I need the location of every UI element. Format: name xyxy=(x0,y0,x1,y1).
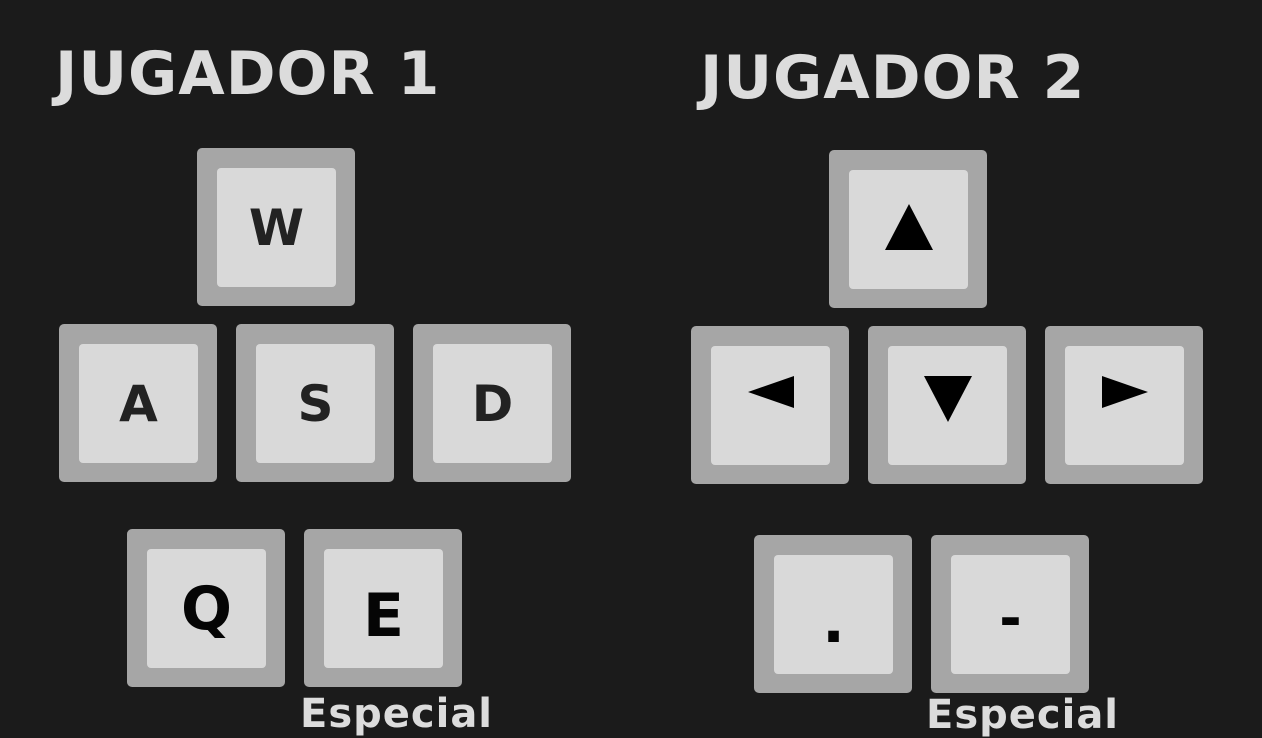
player1-title: JUGADOR 1 xyxy=(55,39,441,109)
key-period[interactable]: . xyxy=(754,535,912,693)
key-d[interactable]: D xyxy=(413,324,571,482)
key-e[interactable]: E xyxy=(304,529,462,687)
key-arrow-left-face xyxy=(711,346,830,465)
player1-special-caption: Especial xyxy=(300,691,494,737)
key-minus-face: - xyxy=(951,555,1070,674)
player2-special-caption: Especial xyxy=(926,692,1120,738)
key-w-face: W xyxy=(217,168,336,287)
arrow-left-icon xyxy=(747,375,794,408)
key-q-label: Q xyxy=(180,573,232,644)
key-period-label: . xyxy=(822,586,845,657)
arrow-right-icon xyxy=(1101,375,1148,408)
arrow-down-icon xyxy=(923,375,972,422)
key-s-face: S xyxy=(256,344,375,463)
key-arrow-down[interactable] xyxy=(868,326,1026,484)
key-arrow-right[interactable] xyxy=(1045,326,1203,484)
key-d-face: D xyxy=(433,344,552,463)
key-q-face: Q xyxy=(147,549,266,668)
key-minus[interactable]: - xyxy=(931,535,1089,693)
key-period-face: . xyxy=(774,555,893,674)
arrow-up-icon xyxy=(884,203,933,250)
key-minus-label: - xyxy=(999,586,1022,650)
key-a[interactable]: A xyxy=(59,324,217,482)
key-a-face: A xyxy=(79,344,198,463)
player2-title: JUGADOR 2 xyxy=(700,43,1086,113)
key-s-label: S xyxy=(297,374,334,433)
key-w[interactable]: W xyxy=(197,148,355,306)
key-d-label: D xyxy=(471,374,514,433)
key-e-face: E xyxy=(324,549,443,668)
key-arrow-down-face xyxy=(888,346,1007,465)
key-s[interactable]: S xyxy=(236,324,394,482)
key-arrow-left[interactable] xyxy=(691,326,849,484)
key-arrow-right-face xyxy=(1065,346,1184,465)
key-q[interactable]: Q xyxy=(127,529,285,687)
key-e-label: E xyxy=(363,580,404,651)
key-arrow-up[interactable] xyxy=(829,150,987,308)
key-arrow-up-face xyxy=(849,170,968,289)
key-a-label: A xyxy=(119,374,158,433)
key-w-label: W xyxy=(248,198,305,257)
